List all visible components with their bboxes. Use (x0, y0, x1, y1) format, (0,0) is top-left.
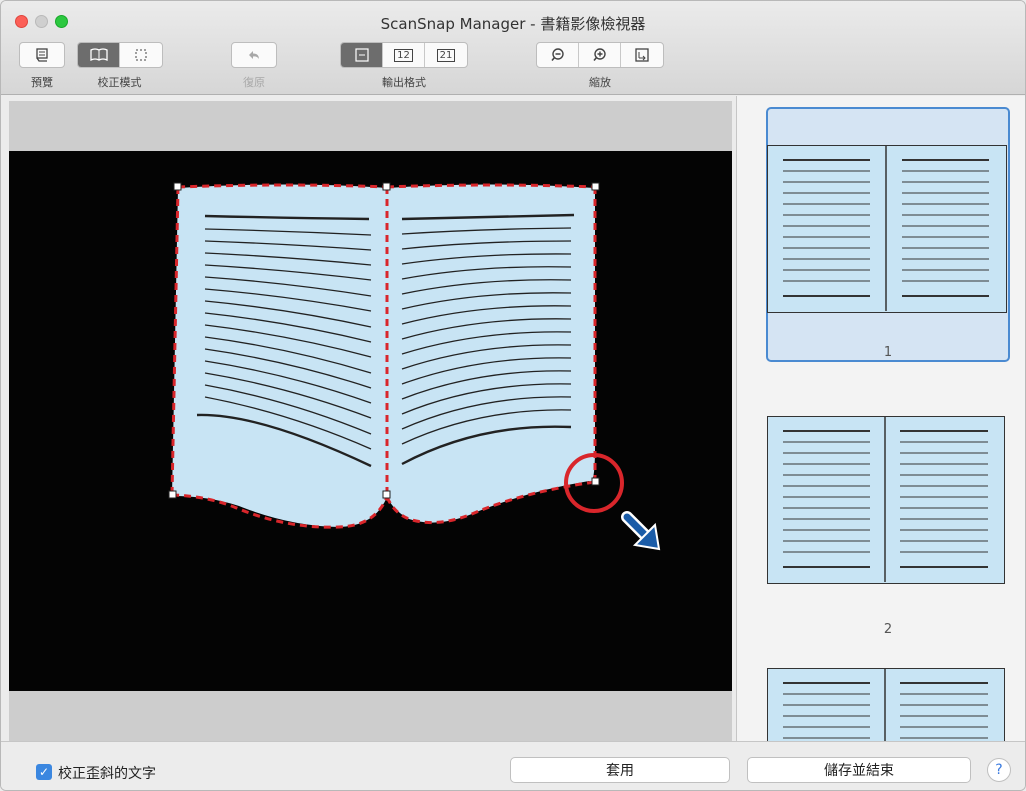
thumbnail-image-3 (767, 668, 1005, 741)
zoom-in-button[interactable] (579, 43, 621, 67)
fit-window-button[interactable] (621, 43, 663, 67)
thumbnail-image-1 (767, 145, 1007, 313)
correction-mode-segmented (77, 42, 163, 68)
output-format-segmented: 12 21 (340, 42, 468, 68)
help-button[interactable]: ? (987, 758, 1011, 782)
bottom-bar: ✓ 校正歪斜的文字 套用 儲存並結束 ? (1, 741, 1025, 790)
output-left-right-button[interactable]: 12 (383, 43, 425, 67)
preview-button[interactable] (19, 42, 65, 68)
image-canvas[interactable] (9, 101, 732, 741)
correct-skew-label: 校正歪斜的文字 (58, 766, 156, 782)
crop-corners-icon (135, 49, 147, 61)
output-21-label: 21 (436, 48, 456, 62)
book-mode-button[interactable] (78, 43, 120, 67)
preview-label: 預覽 (31, 76, 53, 89)
handle-top-center[interactable] (382, 182, 391, 191)
apply-button[interactable]: 套用 (510, 757, 730, 783)
zoom-label: 縮放 (589, 76, 611, 89)
zoom-segmented (536, 42, 664, 68)
scanned-image-background (9, 151, 732, 691)
output-12-label: 12 (394, 48, 413, 62)
book-page-shape (172, 184, 595, 527)
drag-direction-arrow-icon (621, 511, 661, 551)
checkmark-icon: ✓ (38, 765, 50, 779)
handle-bottom-left[interactable] (168, 490, 177, 499)
zoom-out-button[interactable] (537, 43, 579, 67)
window-title: ScanSnap Manager - 書籍影像檢視器 (380, 15, 646, 33)
zoom-out-icon (550, 48, 564, 62)
undo-button[interactable] (231, 42, 277, 68)
fit-to-window-icon (635, 48, 649, 62)
handle-top-right[interactable] (591, 182, 600, 191)
thumbnail-page-3[interactable] (766, 668, 1010, 741)
handle-bottom-center[interactable] (382, 490, 391, 499)
book-crop-view (168, 182, 661, 551)
thumbnail-sidebar[interactable]: 1 2 (736, 96, 1025, 741)
output-single-button[interactable] (341, 43, 383, 67)
thumbnail-page-2[interactable]: 2 (766, 411, 1010, 641)
open-book-icon (89, 48, 108, 62)
zoom-in-icon (592, 48, 606, 62)
save-and-exit-button[interactable]: 儲存並結束 (747, 757, 971, 783)
undo-icon (249, 51, 259, 59)
preview-icon (36, 48, 48, 62)
toolbar: ScanSnap Manager - 書籍影像檢視器 預覽 校正模式 復原 12… (1, 1, 1025, 95)
thumbnail-number-2: 2 (883, 622, 893, 637)
handle-bottom-right[interactable] (591, 477, 600, 486)
thumbnail-number-1: 1 (883, 345, 893, 360)
correction-mode-label: 校正模式 (97, 76, 142, 89)
handle-top-left[interactable] (173, 182, 182, 191)
thumbnail-page-1[interactable]: 1 (766, 107, 1010, 362)
output-right-left-button[interactable]: 21 (425, 43, 467, 67)
crop-mode-button[interactable] (120, 43, 162, 67)
correct-skew-checkbox[interactable]: ✓ (36, 764, 52, 780)
single-page-icon (354, 48, 369, 62)
undo-label: 復原 (243, 76, 265, 89)
book-image-viewer-window: ScanSnap Manager - 書籍影像檢視器 預覽 校正模式 復原 12… (0, 0, 1026, 791)
thumbnail-image-2 (767, 416, 1005, 584)
output-format-label: 輸出格式 (382, 76, 426, 89)
